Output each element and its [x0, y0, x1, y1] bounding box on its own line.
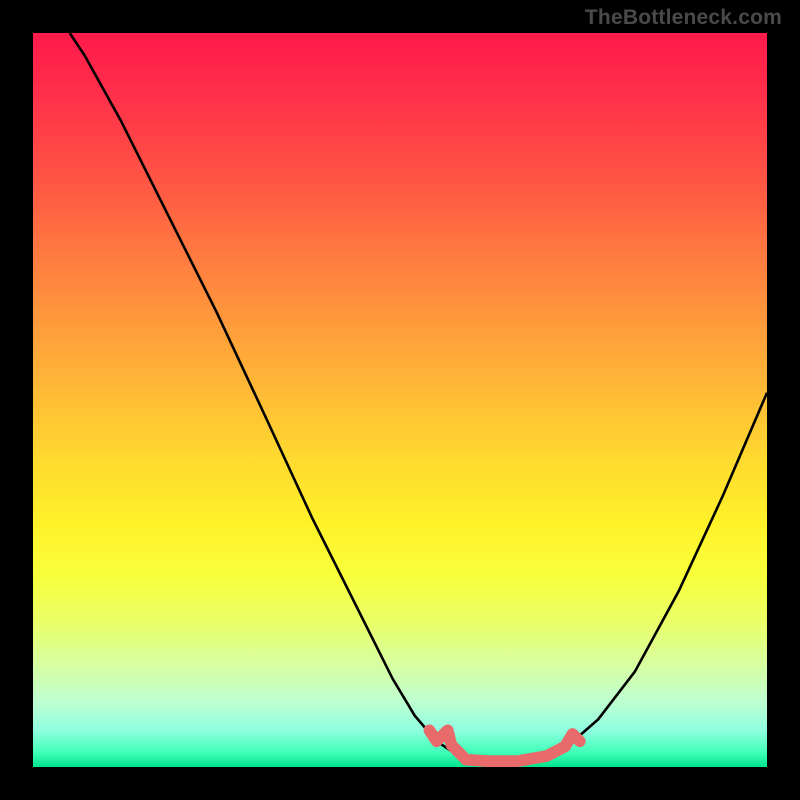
highlight-curve-path	[429, 730, 579, 761]
plot-area	[33, 33, 767, 767]
chart-frame: TheBottleneck.com	[0, 0, 800, 800]
curve-svg	[33, 33, 767, 767]
watermark-text: TheBottleneck.com	[585, 6, 782, 30]
main-curve-path	[70, 33, 767, 761]
